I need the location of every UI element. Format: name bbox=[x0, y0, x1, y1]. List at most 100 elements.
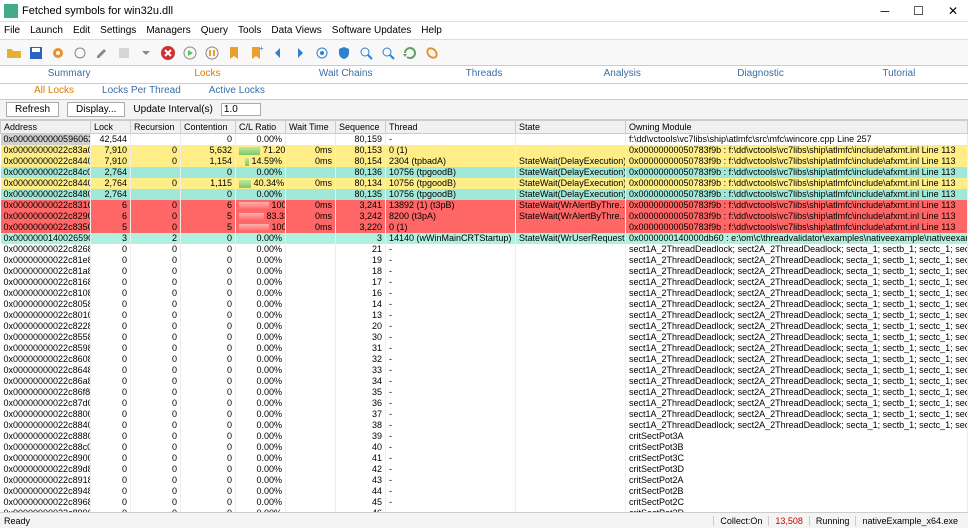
table-row[interactable]: 0x00000001400265903200.00%314140 (wWinMa… bbox=[1, 233, 968, 244]
subtab-all-locks[interactable]: All Locks bbox=[20, 84, 88, 99]
table-row[interactable]: 0x00000000022c86f80000.00%35-sect1A_2Thr… bbox=[1, 387, 968, 398]
table-row[interactable]: 0x00000000022c8290605 83.33%0ms3,2428200… bbox=[1, 211, 968, 222]
table-row[interactable]: 0x00000000022c89180000.00%43-critSectPot… bbox=[1, 475, 968, 486]
menu-bar: File Launch Edit Settings Managers Query Tools… bbox=[0, 22, 968, 40]
menu-settings[interactable]: Settings bbox=[100, 25, 136, 36]
controls-bar: Refresh Display... Update Interval(s) bbox=[0, 100, 968, 120]
table-row[interactable]: 0x00000000022c88800000.00%39-critSectPot… bbox=[1, 431, 968, 442]
col-recursion[interactable]: Recursion bbox=[131, 121, 181, 134]
table-row[interactable]: 0x00000000022c86a80000.00%34-sect1A_2Thr… bbox=[1, 376, 968, 387]
col-owning-module[interactable]: Owning Module bbox=[626, 121, 968, 134]
script-icon[interactable] bbox=[114, 43, 134, 63]
table-row[interactable]: 0x00000000022c85580000.00%30-sect1A_2Thr… bbox=[1, 332, 968, 343]
primary-tabs: SummaryLocksWait ChainsThreadsAnalysisDi… bbox=[0, 66, 968, 84]
col-wait-time[interactable]: Wait Time bbox=[286, 121, 336, 134]
menu-file[interactable]: File bbox=[4, 25, 20, 36]
table-row[interactable]: 0x00000000022c80100000.00%13-sect1A_2Thr… bbox=[1, 310, 968, 321]
menu-software-updates[interactable]: Software Updates bbox=[332, 25, 412, 36]
table-row[interactable]: 0x00000000022c86480000.00%33-sect1A_2Thr… bbox=[1, 365, 968, 376]
table-row[interactable]: 0x00000000022c88c00000.00%40-critSectPot… bbox=[1, 442, 968, 453]
col-c-l-ratio[interactable]: C/L Ratio bbox=[236, 121, 286, 134]
tab-summary[interactable]: Summary bbox=[0, 66, 138, 83]
menu-launch[interactable]: Launch bbox=[30, 25, 63, 36]
shield-icon[interactable] bbox=[334, 43, 354, 63]
table-row[interactable]: 0x00000000022c8310606 100.00%0ms3,241138… bbox=[1, 200, 968, 211]
menu-help[interactable]: Help bbox=[421, 25, 442, 36]
table-row[interactable]: 0x0000000000596063e842,54400.00%80,159-f… bbox=[1, 134, 968, 146]
chevron-down-icon[interactable] bbox=[136, 43, 156, 63]
minimize-button[interactable]: ─ bbox=[875, 4, 896, 18]
cycle-icon[interactable] bbox=[422, 43, 442, 63]
gear-icon[interactable] bbox=[48, 43, 68, 63]
table-row[interactable]: 0x00000000022c84802,76400.00%80,13510756… bbox=[1, 189, 968, 200]
table-row[interactable]: 0x00000000022c84407,91001,154 14.59%0ms8… bbox=[1, 156, 968, 167]
table-row[interactable]: 0x00000000022c81080000.00%16-sect1A_2Thr… bbox=[1, 288, 968, 299]
table-row[interactable]: 0x00000000022c82680000.00%21-sect1A_2Thr… bbox=[1, 244, 968, 255]
refresh-icon[interactable] bbox=[400, 43, 420, 63]
zoom-icon[interactable] bbox=[356, 43, 376, 63]
table-row[interactable]: 0x00000000022c88000000.00%37-sect1A_2Thr… bbox=[1, 409, 968, 420]
col-lock[interactable]: Lock bbox=[91, 121, 131, 134]
col-state[interactable]: State bbox=[516, 121, 626, 134]
col-address[interactable]: Address bbox=[1, 121, 91, 134]
table-row[interactable]: 0x00000000022c89000000.00%41-critSectPot… bbox=[1, 453, 968, 464]
tab-wait-chains[interactable]: Wait Chains bbox=[277, 66, 415, 83]
table-row[interactable]: 0x00000000022c80580000.00%14-sect1A_2Thr… bbox=[1, 299, 968, 310]
table-row[interactable]: 0x00000000022c89480000.00%44-critSectPot… bbox=[1, 486, 968, 497]
table-row[interactable]: 0x00000000022c81a80000.00%18-sect1A_2Thr… bbox=[1, 266, 968, 277]
app-icon bbox=[4, 4, 18, 18]
menu-query[interactable]: Query bbox=[201, 25, 228, 36]
add-bookmark-icon[interactable]: + bbox=[246, 43, 266, 63]
status-collect: Collect:On bbox=[713, 516, 768, 526]
table-row[interactable]: 0x00000000022c84c02,76400.00%80,13610756… bbox=[1, 167, 968, 178]
col-thread[interactable]: Thread bbox=[386, 121, 516, 134]
tab-tutorial[interactable]: Tutorial bbox=[830, 66, 968, 83]
table-row[interactable]: 0x00000000022c81e80000.00%19-sect1A_2Thr… bbox=[1, 255, 968, 266]
next-icon[interactable] bbox=[290, 43, 310, 63]
table-row[interactable]: 0x00000000022c86080000.00%32-sect1A_2Thr… bbox=[1, 354, 968, 365]
locks-table: AddressLockRecursionContentionC/L RatioW… bbox=[0, 120, 968, 512]
table-row[interactable]: 0x00000000022c85980000.00%31-sect1A_2Thr… bbox=[1, 343, 968, 354]
refresh-button[interactable]: Refresh bbox=[6, 102, 59, 117]
settings-icon[interactable] bbox=[70, 43, 90, 63]
menu-tools[interactable]: Tools bbox=[238, 25, 261, 36]
interval-label: Update Interval(s) bbox=[133, 104, 212, 115]
zoom2-icon[interactable] bbox=[378, 43, 398, 63]
table-row[interactable]: 0x00000000022c84402,76401,115 40.34%0ms8… bbox=[1, 178, 968, 189]
subtab-locks-per-thread[interactable]: Locks Per Thread bbox=[88, 84, 195, 99]
pause-icon[interactable] bbox=[202, 43, 222, 63]
table-row[interactable]: 0x00000000022c89680000.00%45-critSectPot… bbox=[1, 497, 968, 508]
table-row[interactable]: 0x00000000022c8350505 100.00%0ms3,2200 (… bbox=[1, 222, 968, 233]
interval-input[interactable] bbox=[221, 103, 261, 116]
tab-locks[interactable]: Locks bbox=[138, 66, 276, 83]
save-icon[interactable] bbox=[26, 43, 46, 63]
table-row[interactable]: 0x00000000022c87d00000.00%36-sect1A_2Thr… bbox=[1, 398, 968, 409]
play-icon[interactable] bbox=[180, 43, 200, 63]
subtab-active-locks[interactable]: Active Locks bbox=[195, 84, 279, 99]
table-row[interactable]: 0x00000000022c82280000.00%20-sect1A_2Thr… bbox=[1, 321, 968, 332]
locks-table-container[interactable]: AddressLockRecursionContentionC/L RatioW… bbox=[0, 120, 968, 512]
table-row[interactable]: 0x00000000022c89d80000.00%42-critSectPot… bbox=[1, 464, 968, 475]
open-icon[interactable] bbox=[4, 43, 24, 63]
table-row[interactable]: 0x00000000022c81680000.00%17-sect1A_2Thr… bbox=[1, 277, 968, 288]
stop-icon[interactable] bbox=[158, 43, 178, 63]
menu-edit[interactable]: Edit bbox=[73, 25, 90, 36]
close-button[interactable]: ✕ bbox=[942, 4, 964, 18]
edit-icon[interactable] bbox=[92, 43, 112, 63]
col-sequence[interactable]: Sequence bbox=[336, 121, 386, 134]
col-contention[interactable]: Contention bbox=[181, 121, 236, 134]
maximize-button[interactable]: ☐ bbox=[907, 4, 930, 18]
window-title: Fetched symbols for win32u.dll bbox=[22, 5, 875, 17]
tab-diagnostic[interactable]: Diagnostic bbox=[691, 66, 829, 83]
tab-threads[interactable]: Threads bbox=[415, 66, 553, 83]
menu-data-views[interactable]: Data Views bbox=[271, 25, 321, 36]
menu-managers[interactable]: Managers bbox=[146, 25, 190, 36]
tab-analysis[interactable]: Analysis bbox=[553, 66, 691, 83]
bookmark-icon[interactable] bbox=[224, 43, 244, 63]
target-icon[interactable] bbox=[312, 43, 332, 63]
table-row[interactable]: 0x00000000022c83a07,91005,632 71.20%0ms8… bbox=[1, 145, 968, 156]
toolbar: + bbox=[0, 40, 968, 66]
table-row[interactable]: 0x00000000022c88400000.00%38-sect1A_2Thr… bbox=[1, 420, 968, 431]
display-button[interactable]: Display... bbox=[67, 102, 125, 117]
prev-icon[interactable] bbox=[268, 43, 288, 63]
